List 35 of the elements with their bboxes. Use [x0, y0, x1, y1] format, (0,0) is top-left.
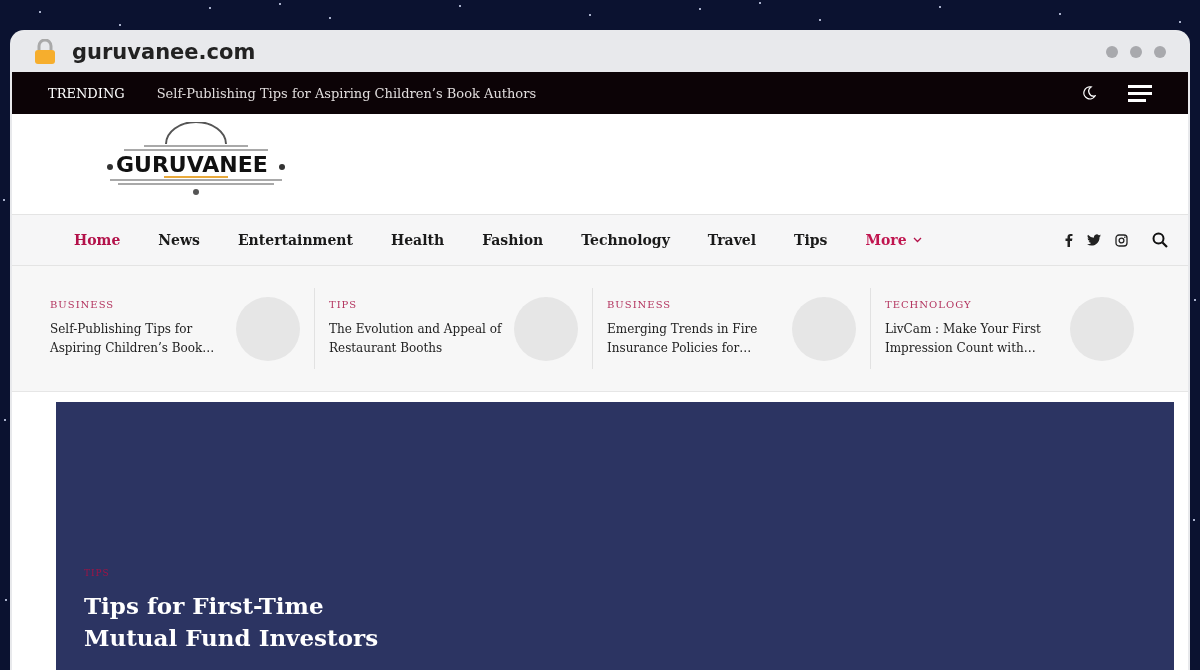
nav-link[interactable]: News — [158, 232, 200, 248]
instagram-icon[interactable] — [1115, 233, 1128, 247]
article-title[interactable]: Self-Publishing Tips for Aspiring Children’s Book… — [50, 320, 224, 358]
search-icon[interactable] — [1152, 232, 1168, 248]
nav-link[interactable]: Entertainment — [237, 232, 353, 248]
hero-banner[interactable]: TIPS Tips for First-Time Mutual Fund Investors — [56, 402, 1174, 670]
window-dot-icon[interactable] — [1106, 46, 1118, 58]
article-title[interactable]: The Evolution and Appeal of Restaurant Booths — [329, 320, 502, 358]
trending-headline[interactable]: Self-Publishing Tips for Aspiring Children’s Book Authors — [156, 85, 1050, 101]
trending-label: TRENDING — [48, 85, 125, 101]
window-dot-icon[interactable] — [1130, 46, 1142, 58]
facebook-icon[interactable] — [1065, 233, 1073, 247]
nav-link[interactable]: Tips — [794, 232, 828, 248]
site-logo[interactable]: GURUVANEE — [104, 122, 288, 206]
category-label[interactable]: BUSINESS — [50, 299, 224, 310]
article-title[interactable]: Emerging Trends in Fire Insurance Policies for… — [607, 320, 780, 358]
nav-link[interactable]: Technology — [581, 232, 670, 248]
nav-link[interactable]: Health — [390, 232, 445, 248]
caret-icon — [912, 237, 922, 243]
category-label[interactable]: TECHNOLOGY — [885, 299, 1058, 310]
address-bar[interactable]: guruvanee.com — [12, 32, 1188, 72]
moon-icon[interactable] — [1082, 86, 1096, 100]
hero-title[interactable]: Tips for First-Time Mutual Fund Investors — [84, 590, 384, 654]
nav-link[interactable]: Travel — [707, 232, 756, 248]
window-dot-icon[interactable] — [1154, 46, 1166, 58]
twitter-icon[interactable] — [1087, 234, 1101, 246]
nav-link[interactable]: More — [865, 232, 922, 248]
url-text: guruvanee.com — [72, 40, 257, 64]
nav-link[interactable]: Home — [74, 232, 121, 248]
category-label[interactable]: BUSINESS — [607, 299, 780, 310]
padlock-icon — [34, 39, 56, 65]
category-label[interactable]: TIPS — [329, 299, 502, 310]
nav-link[interactable]: Fashion — [482, 232, 544, 248]
article-title[interactable]: LivCam : Make Your First Impression Count with… — [885, 320, 1058, 358]
menu-icon[interactable] — [1128, 84, 1152, 102]
